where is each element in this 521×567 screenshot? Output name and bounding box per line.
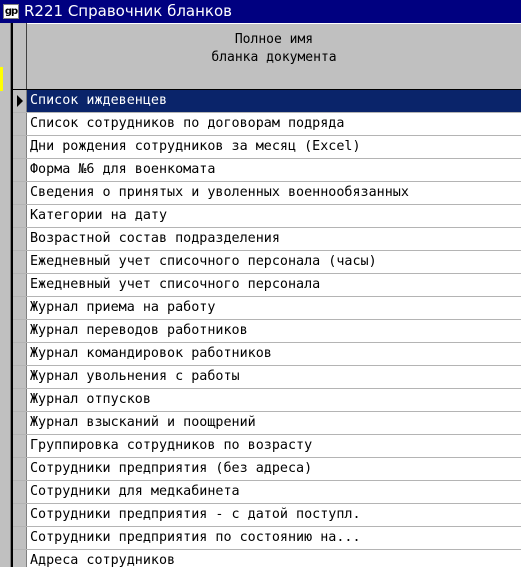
table-row[interactable]: Журнал отпусков — [13, 389, 521, 412]
column-header-line-2: бланка документа — [211, 50, 337, 65]
row-indicator[interactable] — [13, 90, 27, 112]
row-form-name[interactable]: Ежедневный учет списочного персонала (ча… — [27, 251, 521, 273]
row-indicator[interactable] — [13, 389, 27, 411]
table-row[interactable]: Сотрудники предприятия по состоянию на..… — [13, 527, 521, 550]
row-form-name[interactable]: Форма №6 для военкомата — [27, 159, 521, 181]
row-indicator[interactable] — [13, 412, 27, 434]
row-indicator[interactable] — [13, 320, 27, 342]
highlight-marker — [0, 67, 3, 91]
table-row[interactable]: Возрастной состав подразделения — [13, 228, 521, 251]
table-row[interactable]: Сотрудники предприятия - с датой поступл… — [13, 504, 521, 527]
title-bar[interactable]: gp R221 Справочник бланков — [0, 0, 521, 23]
table-row[interactable]: Форма №6 для военкомата — [13, 159, 521, 182]
table-row[interactable]: Журнал взысканий и поощрений — [13, 412, 521, 435]
table-row[interactable]: Список иждевенцев — [13, 90, 521, 113]
row-indicator[interactable] — [13, 136, 27, 158]
column-header-full-name[interactable]: Полное имя бланка документа — [27, 23, 521, 89]
table-row[interactable]: Дни рождения сотрудников за месяц (Excel… — [13, 136, 521, 159]
row-indicator[interactable] — [13, 435, 27, 457]
table-row[interactable]: Сотрудники предприятия (без адреса) — [13, 458, 521, 481]
row-indicator[interactable] — [13, 205, 27, 227]
table-row[interactable]: Сотрудники для медкабинета — [13, 481, 521, 504]
row-indicator[interactable] — [13, 274, 27, 296]
row-indicator[interactable] — [13, 251, 27, 273]
row-indicator[interactable] — [13, 366, 27, 388]
row-form-name[interactable]: Журнал приема на работу — [27, 297, 521, 319]
table-row[interactable]: Журнал командировок работников — [13, 343, 521, 366]
table-row[interactable]: Ежедневный учет списочного персонала — [13, 274, 521, 297]
row-form-name[interactable]: Список сотрудников по договорам подряда — [27, 113, 521, 135]
left-panel-edge — [0, 23, 11, 567]
row-form-name[interactable]: Журнал переводов работников — [27, 320, 521, 342]
grid-header: Полное имя бланка документа — [13, 23, 521, 90]
row-form-name[interactable]: Группировка сотрудников по возрасту — [27, 435, 521, 457]
row-indicator[interactable] — [13, 182, 27, 204]
row-form-name[interactable]: Сотрудники предприятия - с датой поступл… — [27, 504, 521, 526]
row-form-name[interactable]: Журнал отпусков — [27, 389, 521, 411]
row-form-name[interactable]: Сотрудники предприятия по состоянию на..… — [27, 527, 521, 549]
row-form-name[interactable]: Журнал командировок работников — [27, 343, 521, 365]
row-form-name[interactable]: Список иждевенцев — [27, 90, 521, 112]
row-form-name[interactable]: Журнал взысканий и поощрений — [27, 412, 521, 434]
row-indicator[interactable] — [13, 297, 27, 319]
row-form-name[interactable]: Сведения о принятых и уволенных военнооб… — [27, 182, 521, 204]
app-icon[interactable]: gp — [3, 4, 19, 19]
row-indicator[interactable] — [13, 159, 27, 181]
table-row[interactable]: Группировка сотрудников по возрасту — [13, 435, 521, 458]
column-header-line-1: Полное имя — [234, 32, 314, 47]
row-indicator[interactable] — [13, 550, 27, 567]
table-row[interactable]: Журнал приема на работу — [13, 297, 521, 320]
table-row[interactable]: Журнал увольнения с работы — [13, 366, 521, 389]
row-form-name[interactable]: Ежедневный учет списочного персонала — [27, 274, 521, 296]
table-row[interactable]: Категории на дату — [13, 205, 521, 228]
row-form-name[interactable]: Сотрудники для медкабинета — [27, 481, 521, 503]
current-row-arrow-icon — [17, 95, 23, 107]
row-indicator[interactable] — [13, 527, 27, 549]
row-form-name[interactable]: Категории на дату — [27, 205, 521, 227]
row-form-name[interactable]: Возрастной состав подразделения — [27, 228, 521, 250]
table-row[interactable]: Адреса сотрудников — [13, 550, 521, 567]
row-indicator[interactable] — [13, 504, 27, 526]
row-indicator[interactable] — [13, 113, 27, 135]
forms-grid[interactable]: Полное имя бланка документа Список иждев… — [11, 23, 521, 567]
table-row[interactable]: Сведения о принятых и уволенных военнооб… — [13, 182, 521, 205]
window-title: R221 Справочник бланков — [24, 2, 232, 20]
row-indicator[interactable] — [13, 228, 27, 250]
row-indicator[interactable] — [13, 343, 27, 365]
table-row[interactable]: Список сотрудников по договорам подряда — [13, 113, 521, 136]
application-window: gp R221 Справочник бланков Полное имя бл… — [0, 0, 521, 567]
row-form-name[interactable]: Дни рождения сотрудников за месяц (Excel… — [27, 136, 521, 158]
row-form-name[interactable]: Журнал увольнения с работы — [27, 366, 521, 388]
row-indicator[interactable] — [13, 458, 27, 480]
table-row[interactable]: Ежедневный учет списочного персонала (ча… — [13, 251, 521, 274]
grid-rows: Список иждевенцев Список сотрудников по д… — [13, 90, 521, 567]
row-indicator[interactable] — [13, 481, 27, 503]
row-form-name[interactable]: Сотрудники предприятия (без адреса) — [27, 458, 521, 480]
row-form-name[interactable]: Адреса сотрудников — [27, 550, 521, 567]
table-row[interactable]: Журнал переводов работников — [13, 320, 521, 343]
header-indicator-cell — [13, 23, 27, 89]
